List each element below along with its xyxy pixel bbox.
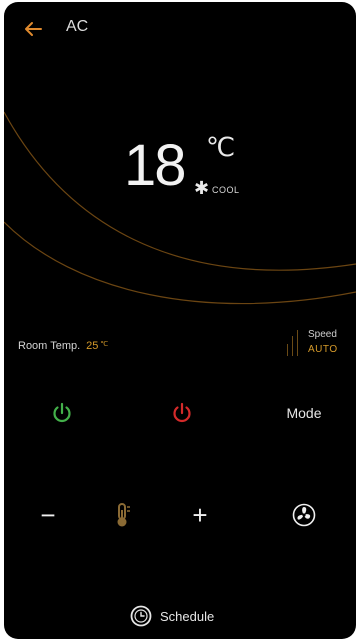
fan-icon	[292, 503, 316, 527]
schedule-label: Schedule	[160, 608, 215, 624]
minus-icon: −	[40, 500, 56, 530]
room-temp-value: 25	[86, 340, 99, 352]
set-temperature: 18	[124, 133, 186, 198]
ac-remote-screen: AC 18 ℃ ✱ COOL Room Temp. 25 ℃ Speed AUTO	[4, 2, 356, 639]
thermometer-icon	[117, 503, 130, 527]
room-temperature: Room Temp. 25 ℃	[18, 340, 108, 352]
power-on-button[interactable]	[40, 391, 84, 435]
temperature-control-row: − +	[4, 493, 356, 537]
power-icon	[173, 402, 191, 423]
room-temp-unit: ℃	[100, 341, 109, 348]
speed-value: AUTO	[308, 344, 338, 355]
thermometer-button[interactable]	[100, 493, 144, 537]
plus-icon: +	[192, 500, 208, 530]
back-button[interactable]	[20, 16, 46, 42]
mode-button[interactable]: Mode	[274, 391, 334, 435]
temperature-display: 18 ℃ ✱ COOL	[124, 132, 304, 222]
back-arrow-icon	[25, 22, 42, 36]
speed-label: Speed	[308, 329, 337, 340]
power-row: Mode	[4, 391, 356, 435]
page-title: AC	[66, 18, 89, 35]
room-temp-label: Room Temp.	[18, 340, 81, 352]
decrease-temp-button[interactable]: −	[26, 493, 70, 537]
top-bar: AC	[4, 2, 356, 54]
clock-icon	[130, 605, 152, 627]
power-icon	[53, 402, 71, 423]
arc-inner	[4, 221, 356, 305]
schedule-button[interactable]: Schedule	[130, 604, 214, 628]
power-off-button[interactable]	[160, 391, 204, 435]
decorative-arcs	[4, 111, 356, 305]
current-mode: COOL	[212, 185, 240, 195]
temperature-unit: ℃	[206, 132, 236, 162]
fan-button[interactable]	[282, 493, 326, 537]
snowflake-icon: ✱	[194, 178, 210, 198]
increase-temp-button[interactable]: +	[178, 493, 222, 537]
speed-level-bars	[287, 330, 301, 356]
